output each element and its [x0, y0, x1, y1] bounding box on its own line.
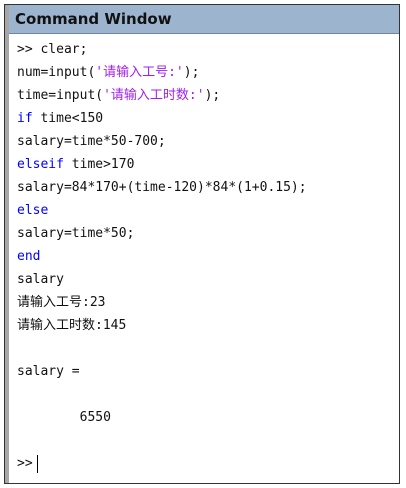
code-text: num=input( — [17, 65, 96, 80]
output-line: end — [17, 245, 395, 268]
output-line: if time<150 — [17, 107, 395, 130]
string-token: '请输入工号:' — [95, 65, 184, 80]
output-line: salary=time*50; — [17, 222, 395, 245]
output-line: elseif time>170 — [17, 153, 395, 176]
output-line: salary=84*170+(time-120)*84*(1+0.15); — [17, 176, 395, 199]
window-left-edge — [5, 5, 9, 483]
text-cursor — [36, 454, 38, 473]
command-prompt-input[interactable]: >> — [17, 452, 395, 475]
prompt-symbol: >> — [17, 456, 33, 471]
code-text: >> clear; — [17, 42, 88, 57]
keyword-token: else — [17, 203, 49, 218]
code-text: ); — [183, 65, 200, 80]
code-text: 请输入工号:23 — [17, 295, 106, 310]
output-line: 6550 — [17, 406, 395, 429]
keyword-token: end — [17, 249, 41, 264]
code-text: salary — [17, 272, 64, 287]
code-text: salary=84*170+(time-120)*84*(1+0.15); — [17, 180, 307, 195]
output-line: time=input('请输入工时数:'); — [17, 84, 395, 107]
code-text: time=input( — [17, 88, 104, 103]
output-line: 请输入工时数:145 — [17, 314, 395, 337]
code-text: 请输入工时数:145 — [17, 318, 127, 333]
code-text: ); — [204, 88, 221, 103]
output-line: salary=time*50-700; — [17, 130, 395, 153]
code-text: time<150 — [32, 111, 104, 126]
output-line: >> clear; — [17, 38, 395, 61]
code-text: 6550 — [17, 410, 111, 425]
keyword-token: elseif — [17, 157, 64, 172]
output-line: else — [17, 199, 395, 222]
output-line: salary = — [17, 360, 395, 383]
code-text: time>170 — [63, 157, 135, 172]
command-window[interactable]: Command Window >> clear; num=input('请输入工号… — [4, 4, 400, 484]
code-text: salary=time*50; — [17, 226, 135, 241]
code-text: salary=time*50-700; — [17, 134, 166, 149]
output-line: num=input('请输入工号:'); — [17, 61, 395, 84]
keyword-token: if — [17, 111, 33, 126]
code-text: salary = — [17, 364, 80, 379]
window-title: Command Window — [9, 5, 399, 34]
command-output[interactable]: >> clear; num=input('请输入工号:'); time=input(… — [17, 38, 395, 475]
output-line: salary — [17, 268, 395, 291]
output-line: 请输入工号:23 — [17, 291, 395, 314]
string-token: '请输入工时数:' — [103, 88, 205, 103]
